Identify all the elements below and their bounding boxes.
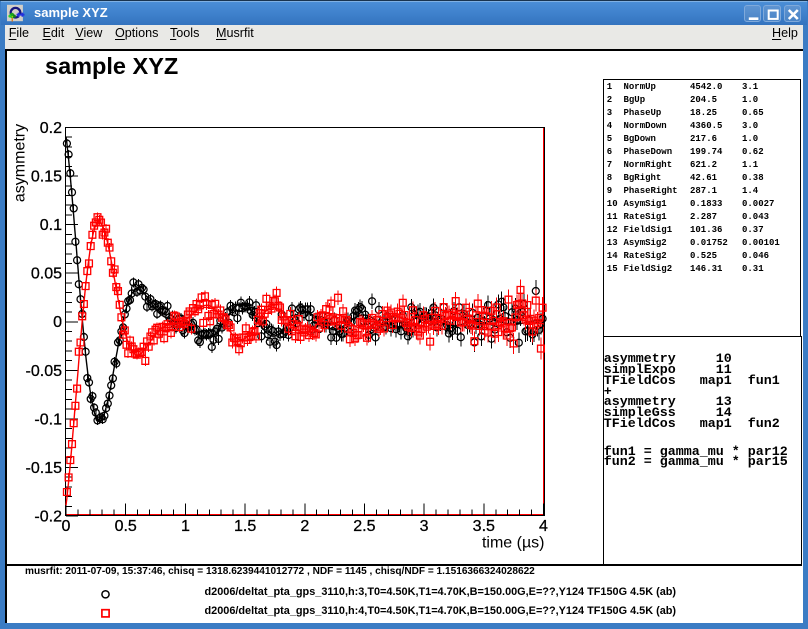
svg-text:0.2: 0.2 <box>40 120 62 137</box>
svg-text:0.15: 0.15 <box>31 169 62 186</box>
svg-text:3: 3 <box>420 518 429 535</box>
svg-text:0: 0 <box>53 314 62 331</box>
svg-text:-0.2: -0.2 <box>34 509 62 526</box>
svg-text:1: 1 <box>181 518 190 535</box>
svg-text:-0.15: -0.15 <box>26 460 63 477</box>
svg-text:-0.1: -0.1 <box>34 411 62 428</box>
svg-text:0: 0 <box>62 518 71 535</box>
svg-text:2.5: 2.5 <box>353 518 375 535</box>
svg-text:0.1: 0.1 <box>40 217 62 234</box>
svg-text:1.5: 1.5 <box>234 518 256 535</box>
svg-text:2: 2 <box>300 518 309 535</box>
svg-text:4: 4 <box>539 518 548 535</box>
svg-text:time (µs): time (µs) <box>482 535 545 552</box>
svg-text:0.5: 0.5 <box>115 518 137 535</box>
svg-text:-0.05: -0.05 <box>26 363 63 380</box>
svg-text:3.5: 3.5 <box>473 518 495 535</box>
svg-text:asymmetry: asymmetry <box>12 124 29 202</box>
svg-text:0.05: 0.05 <box>31 266 62 283</box>
